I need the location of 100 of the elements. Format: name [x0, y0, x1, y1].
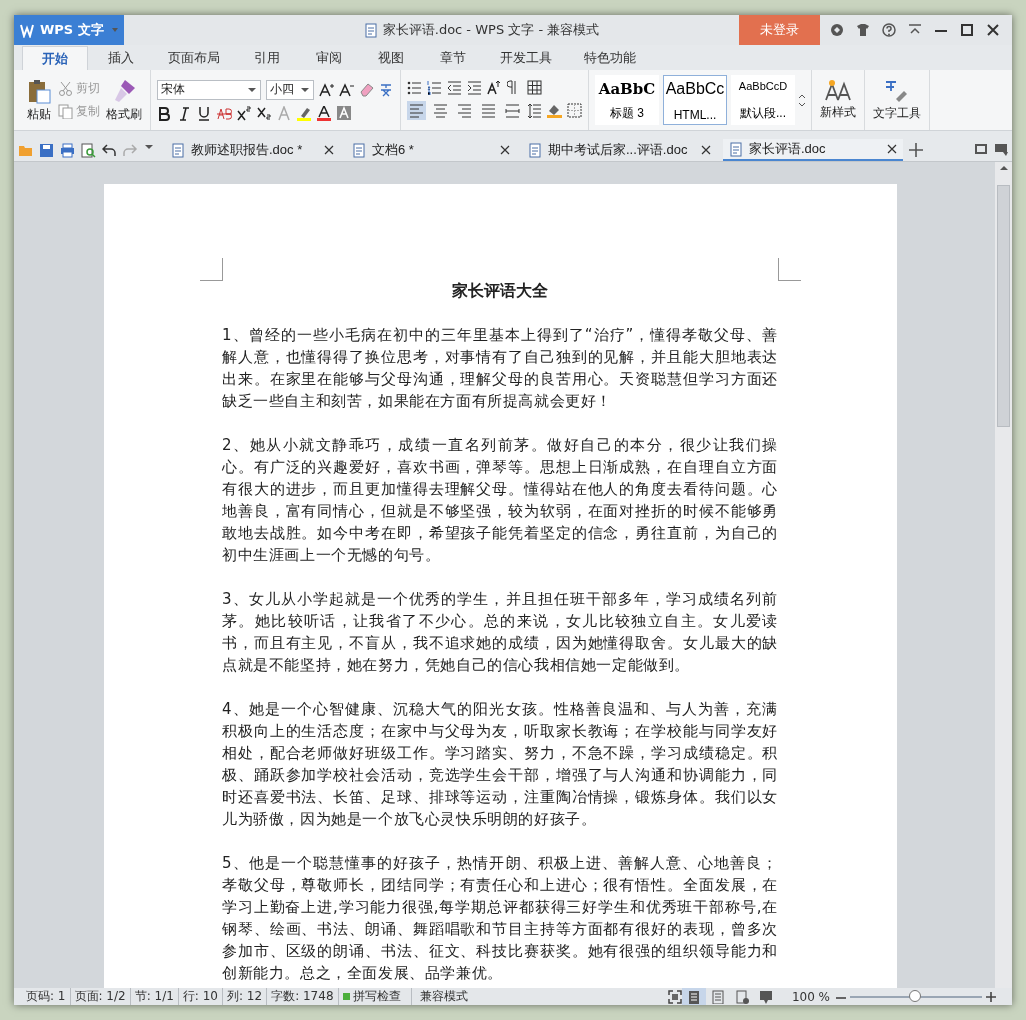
borders-icon[interactable] — [567, 103, 582, 118]
ribbon-tab[interactable]: 开始 — [22, 46, 88, 70]
skin-icon[interactable] — [830, 23, 844, 37]
subscript-icon[interactable] — [257, 105, 272, 121]
alignment-button[interactable] — [407, 101, 426, 120]
save-icon[interactable] — [39, 142, 54, 158]
logo-icon — [20, 22, 35, 38]
strikethrough-icon[interactable] — [217, 105, 232, 121]
alignment-button[interactable] — [479, 101, 498, 120]
line-spacing-icon[interactable] — [527, 103, 542, 118]
italic-icon[interactable] — [177, 105, 192, 121]
shirt-icon[interactable] — [856, 23, 870, 37]
underline-icon[interactable] — [197, 105, 212, 121]
document-icon — [352, 142, 366, 158]
ribbon-tab[interactable]: 插入 — [92, 46, 150, 70]
margin-corner-mark — [778, 258, 801, 281]
tray-icon[interactable] — [994, 143, 1008, 157]
spell-check-label[interactable]: 拼写检查 — [352, 988, 401, 1005]
font-color-icon[interactable] — [317, 105, 332, 121]
document-tab[interactable]: 期中考试后家...评语.doc — [522, 139, 717, 161]
ribbon-tab[interactable]: 特色功能 — [570, 46, 650, 70]
zoom-slider-thumb[interactable] — [909, 989, 921, 1002]
clipboard-icon — [26, 77, 52, 104]
numbered-list-icon[interactable] — [427, 80, 442, 95]
bullet-list-icon[interactable] — [407, 80, 422, 95]
status-field: 节: 1/1 — [130, 988, 179, 1005]
scrollbar-thumb[interactable] — [997, 185, 1010, 427]
alignment-button[interactable] — [503, 101, 522, 120]
style-preset[interactable]: AaBbCc HTML... — [663, 75, 727, 125]
align-center-icon — [433, 103, 448, 118]
ribbon-tab[interactable]: 审阅 — [300, 46, 358, 70]
paragraph: 5、他是一个聪慧懂事的好孩子，热情开朗、积极上进、善解人意、心地善良；孝敬父母，尊敬师长，团结同学；有责任心和上进心；很有悟性。全面发展，在学习上勤奋上进,学习能力很强,每学期总评都获得三好学生和优秀班干部称号,在钢琴、绘画、书法、朗诵、舞蹈唱歌和节目主持等方面都有很好的表现，曾多次参加市、区级的朗诵、书法、征文、科技比赛获奖。她有很强的组织领导能力和创新能力。总之，全面发展、品学兼优。 — [222, 853, 778, 984]
document-tab[interactable]: 文档6 * — [346, 139, 516, 161]
format-painter-button[interactable]: 格式刷 — [104, 77, 144, 123]
caret-icon — [112, 28, 118, 32]
page-view-icon — [686, 989, 701, 1004]
text-tools-button[interactable]: 文字工具 — [871, 78, 923, 122]
document-tab[interactable]: 家长评语.doc — [723, 139, 903, 161]
ribbon-tab[interactable]: 开发工具 — [486, 46, 566, 70]
print-preview-icon[interactable] — [81, 142, 96, 158]
close-icon[interactable] — [324, 145, 334, 155]
close-icon[interactable] — [500, 145, 510, 155]
ribbon-tab[interactable]: 引用 — [238, 46, 296, 70]
distribute-icon — [505, 103, 520, 118]
dropdown-arrow-icon — [247, 85, 257, 94]
ribbon-tab[interactable]: 章节 — [424, 46, 482, 70]
scroll-up-icon[interactable] — [998, 164, 1009, 172]
scissors-icon — [58, 81, 73, 96]
paragraph: 4、她是一个心智健康、沉稳大气的阳光女孩。性格善良温和、与人为善，充满积极向上的生活态度；在家中与父母为友，听取家长教诲；在学校能与同学友好相处，配合老师做好班级工作。学习踏实、努力，不急不躁，学习成绩稳定。积极、踊跃参加学校社会活动，竞选学生会干部，增强了与人沟通和协调能力，同时还喜爱书法、长笛、足球、排球等运动，注重陶冶情操，锻炼身体。我们以女儿为骄傲，因为她是一个放飞心灵快乐明朗的好孩子。 — [222, 699, 778, 830]
web-view-icon — [734, 989, 749, 1004]
style-scroll-icon[interactable] — [799, 93, 805, 107]
alignment-button[interactable] — [455, 101, 474, 120]
style-preset[interactable]: AaBbCcD 默认段... — [731, 75, 795, 125]
print-icon[interactable] — [60, 142, 75, 158]
undo-icon[interactable] — [102, 142, 117, 158]
letters-icon — [824, 79, 852, 102]
screen-icon[interactable] — [974, 143, 988, 157]
window-title: 家长评语.doc - WPS 文字 - 兼容模式 — [382, 21, 600, 39]
close-icon[interactable] — [986, 23, 1000, 37]
highlight-icon[interactable] — [297, 105, 312, 121]
superscript-icon[interactable] — [237, 105, 252, 121]
clear-format-icon[interactable] — [359, 82, 374, 97]
document-icon — [363, 22, 378, 38]
document-title: 家长评语大全 — [451, 280, 549, 302]
shading-fill-icon[interactable] — [547, 103, 562, 118]
zoom-in-icon[interactable] — [986, 991, 996, 1002]
bold-icon[interactable] — [157, 105, 172, 121]
table-icon[interactable] — [527, 80, 542, 95]
alignment-button[interactable] — [431, 101, 450, 120]
style-sample: AaBbC — [598, 80, 656, 98]
style-preset[interactable]: AaBbC 标题 3 — [595, 75, 659, 125]
app-menu-button[interactable]: WPS 文字 — [14, 15, 124, 45]
grow-font-icon[interactable] — [319, 82, 334, 97]
fullscreen-icon[interactable] — [667, 989, 682, 1004]
ribbon-tab[interactable]: 视图 — [362, 46, 420, 70]
close-icon[interactable] — [701, 145, 711, 155]
paste-button[interactable]: 粘贴 — [24, 77, 54, 123]
view-button[interactable] — [681, 988, 706, 1005]
shrink-font-icon[interactable] — [339, 82, 354, 97]
font-name-dropdown[interactable]: 宋体 — [157, 79, 261, 100]
new-tab-icon[interactable] — [909, 143, 923, 157]
phonetic-guide-icon[interactable] — [379, 82, 394, 97]
character-spacing-icon[interactable] — [487, 80, 502, 95]
document-tab[interactable]: 教师述职报告.doc * — [165, 139, 340, 161]
style-label: 标题 3 — [610, 105, 644, 122]
decrease-indent-icon[interactable] — [447, 80, 462, 95]
paragraph: 3、女儿从小学起就是一个优秀的学生，并且担任班干部多年，学习成绩名列前茅。她比较听话，让我省了不少心。总的来说，女儿比较独立自主。女儿爱读书，而且有主见，不盲从，我不追求她的成绩，因为她懂得取舍。女儿最大的缺点就是不能坚持，她在努力，凭她自己的信心我相信她一定能做到。 — [222, 589, 778, 676]
dropdown-arrow-icon — [300, 85, 310, 94]
paragraph: 2、她从小就文静乖巧，成绩一直名列前茅。做好自己的本分，很少让我们操心。有广泛的兴趣爱好，喜欢书画，弹琴等。思想上日渐成熟，在自理自立方面有很大的进步，而且更加懂得去理解父母。懂得站在他人的角度去看待问题。心地善良，富有同情心，但就是不够坚强，较为软弱，在面对挫折的时候不能够勇敢地去战胜。如今中考在即，希望孩子能凭着坚定的信念，勇往直前，为自己的初中生涯画上一个无憾的句号。 — [222, 435, 778, 566]
character-shading-icon[interactable] — [337, 105, 352, 121]
help-icon[interactable] — [882, 23, 896, 37]
outline-view-icon — [710, 989, 725, 1004]
ribbon-tab[interactable]: 页面布局 — [154, 46, 234, 70]
close-icon[interactable] — [887, 144, 897, 154]
style-label: 默认段... — [740, 105, 786, 122]
document-icon — [528, 142, 542, 158]
maximize-icon[interactable] — [960, 23, 974, 37]
increase-indent-icon[interactable] — [467, 80, 482, 95]
new-style-button[interactable]: 新样式 — [818, 79, 858, 121]
font-size-dropdown[interactable]: 小四 — [266, 79, 314, 100]
